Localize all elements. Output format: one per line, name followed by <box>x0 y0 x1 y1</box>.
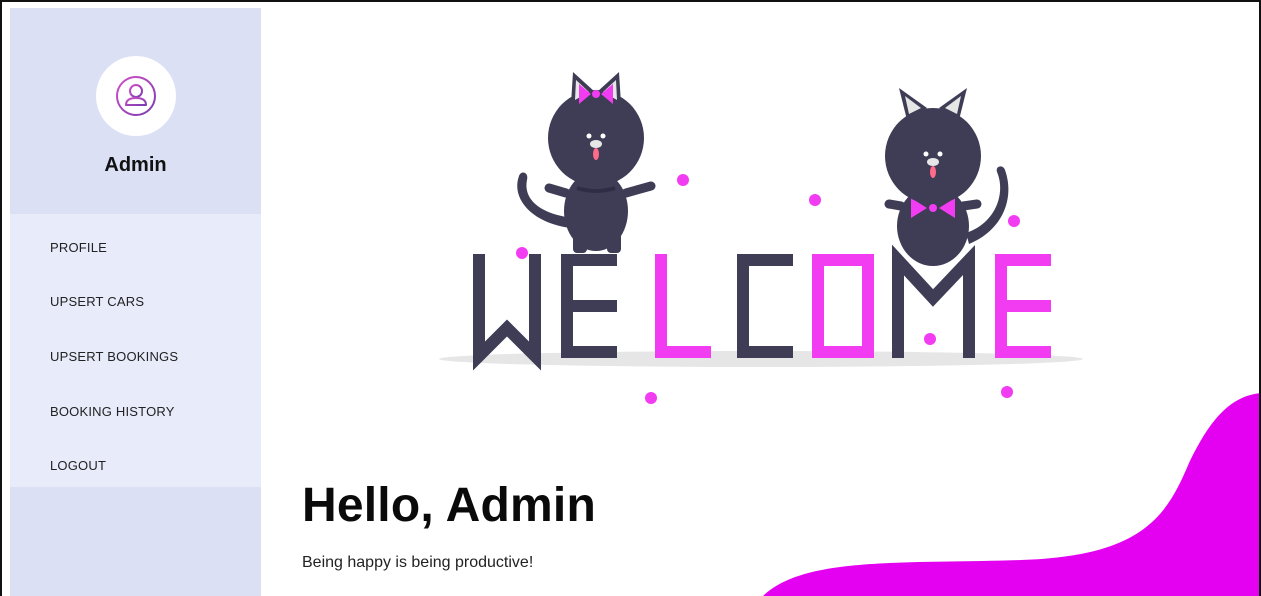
app-window: Admin PROFILE UPSERT CARS UPSERT BOOKING… <box>0 0 1261 596</box>
letter-c <box>737 254 793 358</box>
sidebar-item-upsert-cars[interactable]: UPSERT CARS <box>10 275 261 330</box>
letter-e <box>561 254 617 358</box>
sidebar-item-logout[interactable]: LOGOUT <box>10 438 261 493</box>
page-title: Hello, Admin <box>302 479 596 532</box>
cat-left <box>517 72 656 253</box>
welcome-illustration <box>439 72 1083 404</box>
user-icon <box>115 76 156 116</box>
letter-w <box>473 254 541 371</box>
tagline: Being happy is being productive! <box>302 554 534 571</box>
welcome-word <box>473 244 1051 371</box>
user-name: Admin <box>104 154 167 176</box>
avatar[interactable] <box>95 56 176 136</box>
sidebar: Admin PROFILE UPSERT CARS UPSERT BOOKING… <box>10 8 261 596</box>
sidebar-item-profile[interactable]: PROFILE <box>10 220 261 275</box>
sidebar-item-upsert-bookings[interactable]: UPSERT BOOKINGS <box>10 329 261 384</box>
letter-e-2 <box>995 254 1051 358</box>
main-content: Hello, Admin Being happy is being produc… <box>261 8 1259 596</box>
cat-right <box>884 88 1009 266</box>
sidebar-menu: PROFILE UPSERT CARS UPSERT BOOKINGS BOOK… <box>10 214 261 487</box>
profile-section: Admin <box>10 8 261 214</box>
letter-o <box>812 254 874 358</box>
letter-l <box>655 254 711 358</box>
sidebar-item-booking-history[interactable]: BOOKING HISTORY <box>10 384 261 439</box>
